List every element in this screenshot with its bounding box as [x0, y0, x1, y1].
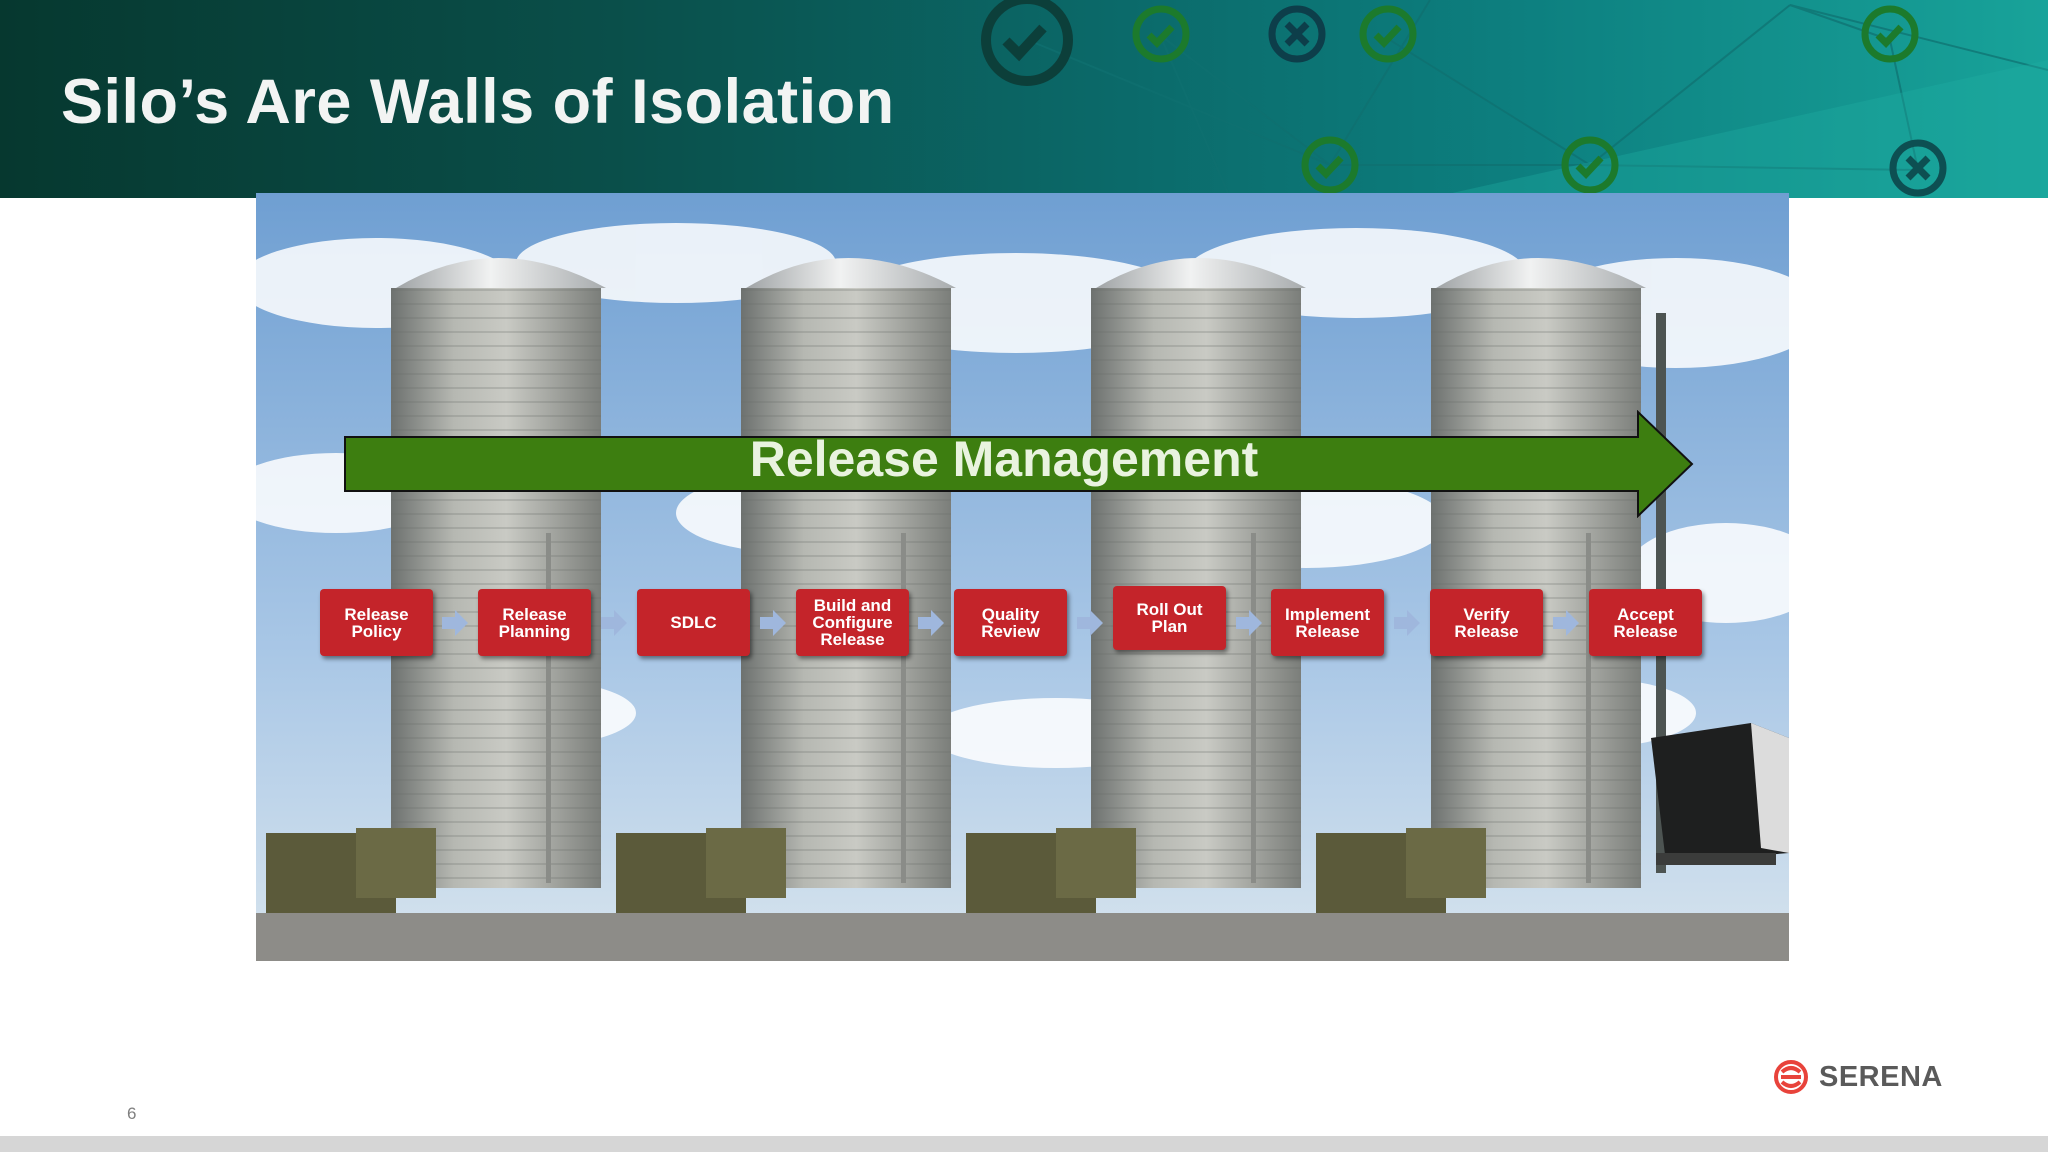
check-circle-icon	[1132, 5, 1190, 63]
release-management-label: Release Management	[749, 431, 1259, 487]
check-circle-icon	[981, 0, 1073, 86]
serena-logo-text: SERENA	[1819, 1060, 1943, 1093]
arrow-right-icon	[1394, 610, 1420, 636]
slide-title: Silo’s Are Walls of Isolation	[61, 67, 895, 137]
arrow-right-icon	[601, 610, 627, 636]
silo	[741, 258, 956, 888]
step-quality-review: Quality Review	[954, 589, 1067, 656]
silo	[1091, 258, 1306, 888]
step-build-configure-release: Build and Configure Release	[796, 589, 909, 656]
check-circle-icon	[1359, 5, 1417, 63]
arrow-right-icon	[1236, 610, 1262, 636]
step-sdlc: SDLC	[637, 589, 750, 656]
arrow-right-icon	[1077, 610, 1103, 636]
silo	[391, 258, 606, 888]
header-banner: Silo’s Are Walls of Isolation	[0, 0, 2048, 198]
silo-photo	[256, 193, 1789, 961]
step-roll-out-plan: Roll Out Plan	[1113, 586, 1226, 650]
page-number: 6	[127, 1104, 137, 1123]
step-verify-release: Verify Release	[1430, 589, 1543, 656]
step-release-planning: Release Planning	[478, 589, 591, 656]
arrow-right-icon	[1553, 610, 1579, 636]
serena-logo: SERENA	[1773, 1060, 1943, 1094]
serena-logo-icon	[1774, 1060, 1808, 1094]
trailer	[1651, 723, 1789, 865]
silo	[1431, 258, 1666, 888]
arrow-right-icon	[760, 610, 786, 636]
step-accept-release: Accept Release	[1589, 589, 1702, 656]
arrow-right-icon	[918, 610, 944, 636]
step-implement-release: Implement Release	[1271, 589, 1384, 656]
step-release-policy: Release Policy	[320, 589, 433, 656]
footer-bar	[0, 1136, 2048, 1152]
arrow-right-icon	[442, 610, 468, 636]
x-circle-icon	[1268, 5, 1326, 63]
